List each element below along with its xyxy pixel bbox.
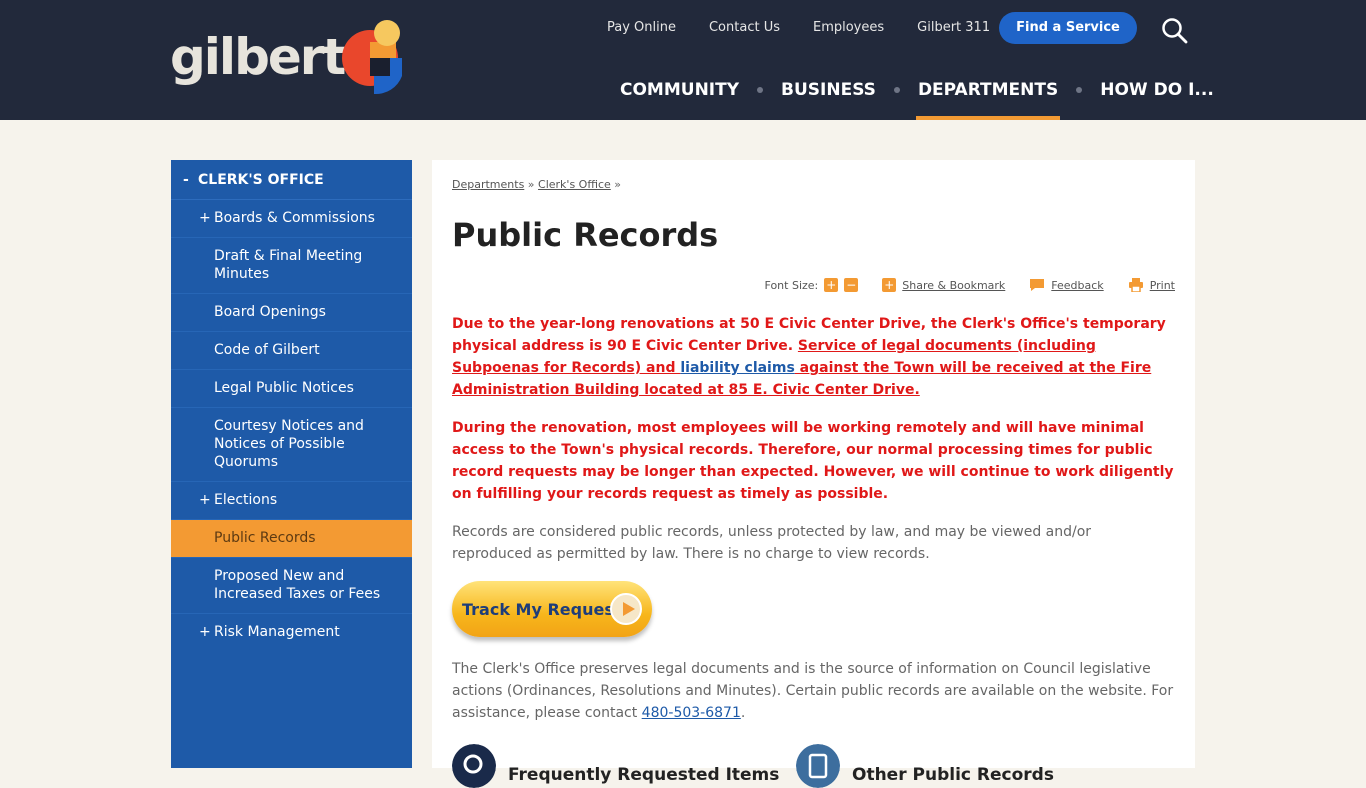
sidebar-item-elections[interactable]: + Elections xyxy=(171,482,412,520)
sidebar-item-proposed-taxes[interactable]: Proposed New and Increased Taxes or Fees xyxy=(171,558,412,614)
breadcrumb-departments[interactable]: Departments xyxy=(452,178,524,191)
document-icon xyxy=(796,744,840,788)
sidebar-item-public-records[interactable]: Public Records xyxy=(171,520,412,558)
font-size-label: Font Size: xyxy=(764,278,819,292)
sidebar-heading-clerks-office[interactable]: - CLERK'S OFFICE xyxy=(171,160,412,200)
font-decrease-icon[interactable]: − xyxy=(844,278,859,292)
share-icon[interactable]: + xyxy=(882,278,897,292)
feedback-link[interactable]: Feedback xyxy=(1051,279,1103,292)
nav-departments[interactable]: DEPARTMENTS xyxy=(915,78,1061,120)
sidebar-item-label: Draft & Final Meeting Minutes xyxy=(214,248,363,282)
page-toolbar: Font Size: + − + Share & Bookmark Feedba… xyxy=(765,278,1175,292)
public-records-intro: Records are considered public records, u… xyxy=(452,524,1092,562)
sidebar-heading-label: CLERK'S OFFICE xyxy=(198,171,324,188)
sidebar-item-courtesy-notices[interactable]: Courtesy Notices and Notices of Possible… xyxy=(171,408,412,482)
sidebar-item-label: Boards & Commissions xyxy=(214,210,375,226)
logo-mark-icon[interactable] xyxy=(340,18,404,96)
sidebar-item-label: Public Records xyxy=(214,530,316,546)
sidebar-item-legal-notices[interactable]: Legal Public Notices xyxy=(171,370,412,408)
site-logo[interactable]: gilbert xyxy=(170,28,346,86)
nav-business[interactable]: BUSINESS xyxy=(781,78,876,102)
expand-icon[interactable]: + xyxy=(199,491,211,509)
remote-work-alert: During the renovation, most employees wi… xyxy=(452,420,1174,502)
print-link[interactable]: Print xyxy=(1150,279,1175,292)
quick-link-frequently-requested[interactable]: Frequently Requested Items xyxy=(452,744,779,788)
track-my-request-button[interactable]: Track My Request xyxy=(452,581,652,637)
nav-separator xyxy=(893,87,900,93)
sidebar-item-label: Risk Management xyxy=(214,624,340,640)
sidebar-item-label: Proposed New and Increased Taxes or Fees xyxy=(214,568,381,602)
sidebar-item-label: Courtesy Notices and Notices of Possible… xyxy=(214,418,364,470)
expand-icon[interactable]: + xyxy=(199,209,211,227)
find-a-service-button[interactable]: Find a Service xyxy=(999,12,1137,44)
nav-separator xyxy=(1076,87,1083,93)
breadcrumb-clerks-office[interactable]: Clerk's Office xyxy=(538,178,611,191)
print-icon[interactable] xyxy=(1128,278,1144,292)
share-bookmark-link[interactable]: Share & Bookmark xyxy=(902,279,1005,292)
expand-icon[interactable]: + xyxy=(199,623,211,641)
page-title: Public Records xyxy=(452,216,719,254)
clerks-office-info: The Clerk's Office preserves legal docum… xyxy=(452,661,1174,721)
play-arrow-icon xyxy=(610,593,642,625)
sidebar-nav: - CLERK'S OFFICE + Boards & Commissions … xyxy=(171,160,412,768)
gilbert-311-link[interactable]: Gilbert 311 xyxy=(917,18,990,38)
sidebar-item-risk-management[interactable]: + Risk Management xyxy=(171,614,412,651)
breadcrumb-separator: » xyxy=(527,178,535,191)
liability-claims-link[interactable]: liability claims xyxy=(680,360,794,376)
sidebar-item-label: Elections xyxy=(214,492,278,508)
sidebar-item-label: Legal Public Notices xyxy=(214,380,354,396)
nav-community[interactable]: COMMUNITY xyxy=(620,78,739,102)
main-content: Departments » Clerk's Office » Public Re… xyxy=(432,160,1195,788)
quick-link-label: Frequently Requested Items xyxy=(508,765,780,785)
sidebar-item-board-openings[interactable]: Board Openings xyxy=(171,294,412,332)
breadcrumb: Departments » Clerk's Office » xyxy=(452,178,621,191)
track-button-label: Track My Request xyxy=(462,599,622,619)
search-icon[interactable] xyxy=(1160,16,1188,44)
sidebar-item-code-of-gilbert[interactable]: Code of Gilbert xyxy=(171,332,412,370)
search-doc-icon xyxy=(452,744,496,788)
utility-nav: Pay Online Contact Us Employees Gilbert … xyxy=(596,18,1023,38)
quick-link-label: Other Public Records xyxy=(852,765,1054,785)
collapse-icon[interactable]: - xyxy=(183,172,190,188)
main-nav: COMMUNITY BUSINESS DEPARTMENTS HOW DO I.… xyxy=(620,78,1214,120)
employees-link[interactable]: Employees xyxy=(813,18,884,38)
quick-link-other-records[interactable]: Other Public Records xyxy=(796,744,1054,788)
nav-separator xyxy=(757,87,764,93)
site-header: gilbert Pay Online Contact Us Employees … xyxy=(0,0,1366,120)
contact-us-link[interactable]: Contact Us xyxy=(709,18,780,38)
sidebar-item-label: Board Openings xyxy=(214,304,326,320)
font-increase-icon[interactable]: + xyxy=(824,278,839,292)
sidebar-item-meeting-minutes[interactable]: Draft & Final Meeting Minutes xyxy=(171,238,412,294)
feedback-icon[interactable] xyxy=(1029,278,1045,292)
sidebar-item-label: Code of Gilbert xyxy=(214,342,320,358)
pay-online-link[interactable]: Pay Online xyxy=(607,18,676,38)
phone-link[interactable]: 480-503-6871 xyxy=(642,705,741,721)
renovation-alert: Due to the year-long renovations at 50 E… xyxy=(452,316,1166,398)
sidebar-item-boards-commissions[interactable]: + Boards & Commissions xyxy=(171,200,412,238)
nav-how-do-i[interactable]: HOW DO I... xyxy=(1100,78,1214,102)
breadcrumb-separator: » xyxy=(614,178,622,191)
